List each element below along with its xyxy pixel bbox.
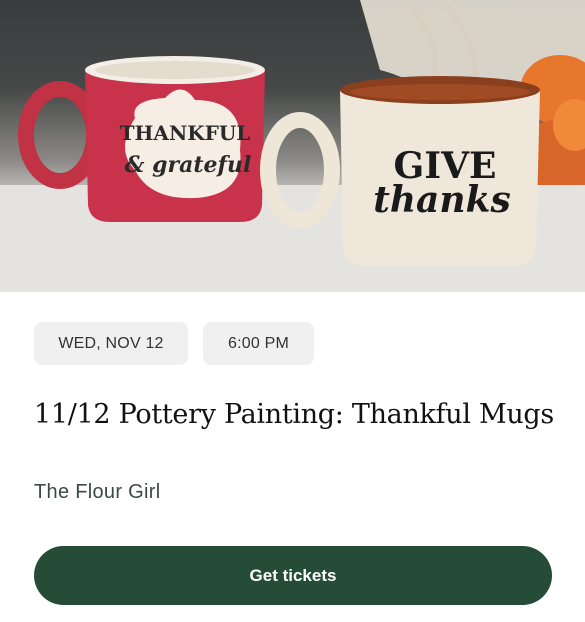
event-meta: WED, NOV 12 6:00 PM	[34, 322, 314, 365]
get-tickets-button[interactable]: Get tickets	[34, 546, 552, 605]
time-chip: 6:00 PM	[203, 322, 314, 365]
event-photo-illustration: THANKFUL & grateful GIVE thanks	[0, 0, 585, 292]
mug-left-line2: & grateful	[125, 152, 252, 178]
mug-right-line2: thanks	[373, 179, 511, 221]
event-title[interactable]: 11/12 Pottery Painting: Thankful Mugs	[34, 398, 554, 431]
event-photo: THANKFUL & grateful GIVE thanks	[0, 0, 585, 292]
date-chip: WED, NOV 12	[34, 322, 188, 365]
venue-name[interactable]: The Flour Girl	[34, 481, 160, 504]
mug-left-line1: THANKFUL	[120, 121, 251, 145]
event-card[interactable]: THANKFUL & grateful GIVE thanks WED, NOV…	[0, 0, 585, 622]
